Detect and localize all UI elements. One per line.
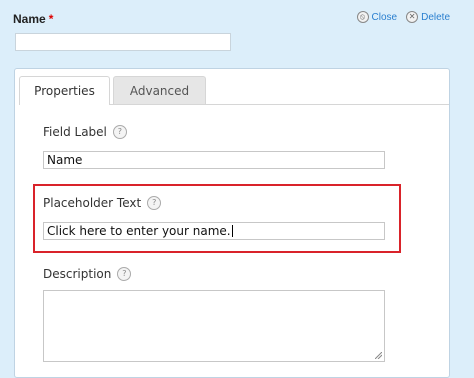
placeholder-label-text: Placeholder Text (43, 196, 142, 210)
description-label-text: Description (43, 267, 112, 281)
delete-button[interactable]: ✕ Delete (406, 11, 450, 23)
field-title-text: Name (13, 12, 46, 26)
placeholder-input-value: Click here to enter your name. (47, 224, 231, 238)
delete-label: Delete (421, 11, 450, 23)
field-title: Name * (13, 12, 53, 26)
highlight-box (33, 184, 401, 253)
field-actions: ⦸ Close ✕ Delete (356, 11, 450, 23)
circle-x-icon: ✕ (406, 11, 419, 23)
help-icon[interactable]: ? (147, 196, 162, 210)
placeholder-input[interactable]: Click here to enter your name. (43, 222, 385, 240)
close-button[interactable]: ⦸ Close (356, 11, 398, 23)
tab-properties[interactable]: Properties (19, 76, 110, 105)
resize-grip-icon[interactable] (375, 352, 382, 359)
placeholder-heading: Placeholder Text ? (43, 196, 162, 210)
description-textarea[interactable] (43, 290, 385, 362)
description-heading: Description ? (43, 267, 132, 281)
tab-advanced[interactable]: Advanced (113, 76, 206, 104)
circle-slash-icon: ⦸ (356, 11, 369, 23)
field-label-input[interactable]: Name (43, 151, 385, 169)
text-cursor (231, 225, 233, 237)
close-label: Close (371, 11, 398, 23)
field-preview-input[interactable] (15, 33, 231, 51)
help-icon[interactable]: ? (112, 125, 127, 139)
required-marker: * (48, 12, 54, 26)
field-label-heading: Field Label ? (43, 125, 127, 139)
tab-bar: Properties Advanced (19, 76, 449, 105)
field-editor: Name * ⦸ Close ✕ Delete Properties Advanc… (0, 0, 474, 378)
help-icon[interactable]: ? (117, 267, 132, 281)
field-label-text: Field Label (43, 125, 107, 139)
